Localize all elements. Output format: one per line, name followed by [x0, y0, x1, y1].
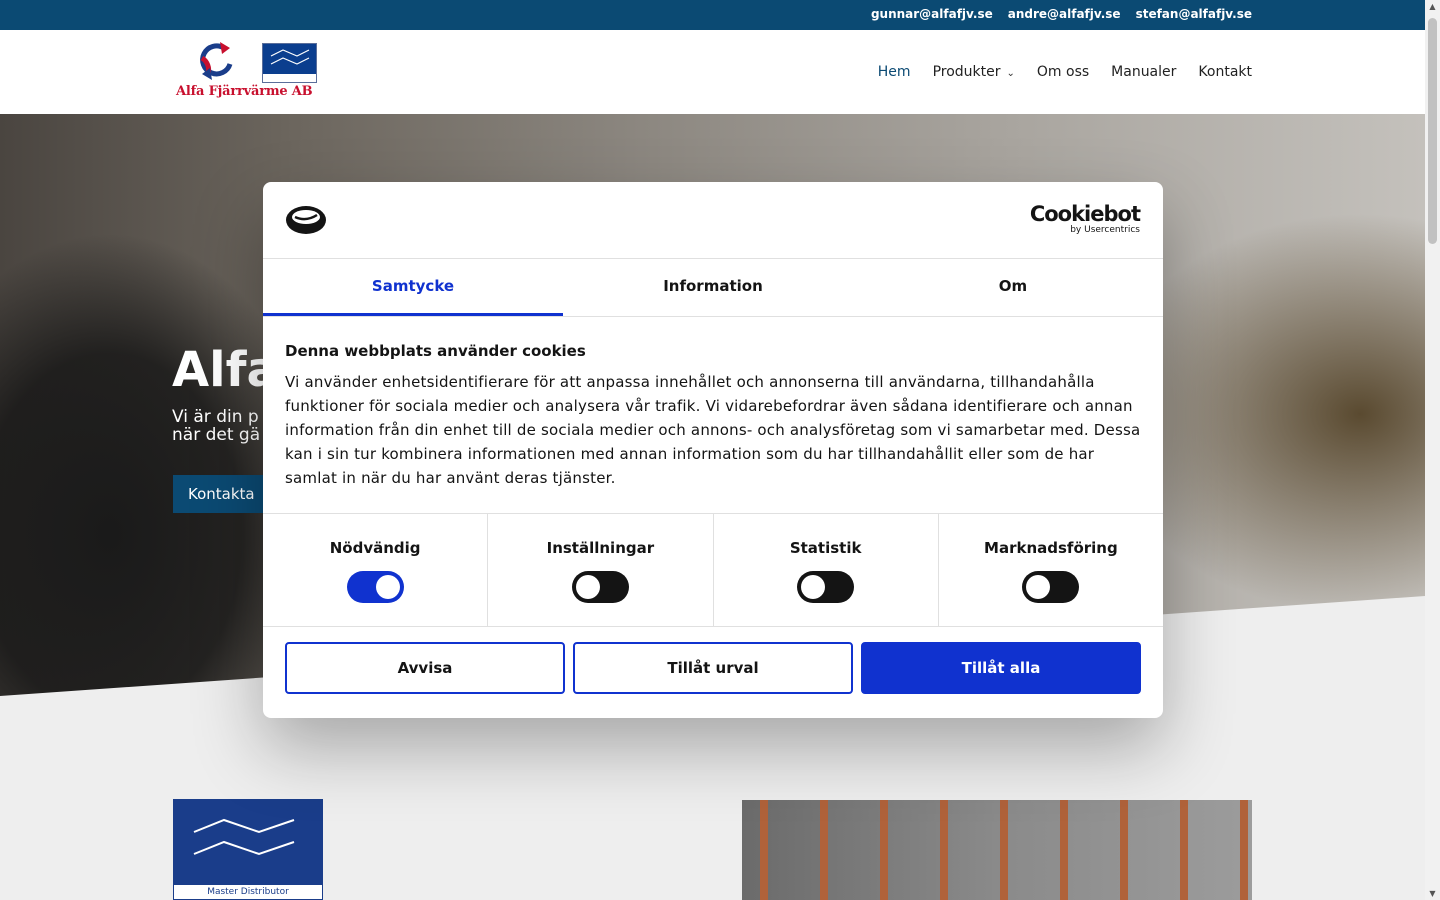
- cookiebot-brand-name: Cookiebot: [1029, 202, 1141, 226]
- preferences-toggle[interactable]: [571, 571, 629, 603]
- category-statistics: Statistik: [714, 514, 939, 626]
- toggle-knob: [1026, 575, 1051, 599]
- toggle-knob: [575, 575, 600, 599]
- cookie-consent-dialog: Cookiebot by Usercentrics Samtycke Infor…: [263, 182, 1163, 718]
- toggle-knob: [375, 575, 400, 599]
- alfa-laval-wordmark-icon: [193, 818, 295, 856]
- category-marketing-label: Marknadsföring: [984, 539, 1118, 557]
- alfa-laval-wordmark-icon: [270, 49, 310, 65]
- email-link-andre[interactable]: andre@alfafjv.se: [1008, 7, 1121, 21]
- allow-selection-button[interactable]: Tillåt urval: [573, 642, 853, 694]
- category-necessary: Nödvändig: [263, 514, 489, 626]
- nav-item-products-label: Produkter: [932, 64, 1001, 80]
- tab-information[interactable]: Information: [563, 259, 863, 316]
- arrows-logo-icon: [200, 42, 233, 80]
- scroll-up-icon[interactable]: ▲: [1428, 2, 1437, 11]
- nav-item-contact[interactable]: Kontakt: [1198, 64, 1252, 80]
- alfa-laval-master-distributor-logo: Master Distributor: [173, 799, 323, 900]
- nav-item-about[interactable]: Om oss: [1037, 64, 1089, 80]
- category-preferences: Inställningar: [488, 514, 714, 626]
- logo-text: Alfa Fjärrvärme AB: [176, 84, 313, 99]
- top-bar: gunnar@alfafjv.se andre@alfafjv.se stefa…: [0, 0, 1425, 30]
- nav-item-home[interactable]: Hem: [878, 64, 911, 80]
- cookiebot-brand[interactable]: Cookiebot by Usercentrics: [1029, 202, 1141, 235]
- category-marketing: Marknadsföring: [939, 514, 1163, 626]
- necessary-toggle[interactable]: [346, 571, 404, 603]
- dialog-header: Cookiebot by Usercentrics: [263, 182, 1163, 259]
- consent-description: Denna webbplats använder cookies Vi anvä…: [263, 317, 1163, 514]
- marketing-toggle[interactable]: [1022, 571, 1080, 603]
- toggle-knob: [801, 575, 826, 599]
- alfa-laval-badge: [262, 43, 317, 83]
- deny-button[interactable]: Avvisa: [285, 642, 565, 694]
- consent-heading: Denna webbplats använder cookies: [285, 342, 586, 360]
- allow-all-button[interactable]: Tillåt alla: [861, 642, 1141, 694]
- contact-emails: gunnar@alfafjv.se andre@alfafjv.se stefa…: [871, 7, 1252, 21]
- category-preferences-label: Inställningar: [546, 539, 655, 557]
- site-header: Alfa Fjärrvärme AB Hem Produkter ⌄ Om oss…: [0, 30, 1425, 114]
- email-link-gunnar[interactable]: gunnar@alfafjv.se: [871, 7, 993, 21]
- copper-pipes-image: [742, 800, 1252, 900]
- cookiebot-logo-icon: [286, 206, 326, 234]
- badge-sub-strip: [263, 74, 316, 82]
- chevron-down-icon: ⌄: [1006, 68, 1015, 79]
- cookiebot-brand-sub: by Usercentrics: [1070, 225, 1140, 235]
- nav-item-products[interactable]: Produkter ⌄: [933, 64, 1015, 80]
- category-necessary-label: Nödvändig: [329, 539, 421, 557]
- master-distributor-label: Master Distributor: [174, 885, 322, 899]
- scrollbar-thumb[interactable]: [1428, 18, 1437, 244]
- cookie-category-toggles: Nödvändig Inställningar Statistik Markna…: [263, 514, 1163, 627]
- contact-cta-button[interactable]: Kontakta: [173, 475, 270, 513]
- page-scrollbar[interactable]: ▲ ▼: [1425, 0, 1440, 900]
- dialog-tabs: Samtycke Information Om: [263, 259, 1163, 317]
- statistics-toggle[interactable]: [797, 571, 855, 603]
- site-logo[interactable]: Alfa Fjärrvärme AB: [176, 42, 318, 102]
- tab-about[interactable]: Om: [863, 259, 1163, 316]
- consent-body: Vi använder enhetsidentifierare för att …: [285, 373, 1141, 487]
- dialog-actions: Avvisa Tillåt urval Tillåt alla: [263, 627, 1163, 694]
- email-link-stefan[interactable]: stefan@alfafjv.se: [1136, 7, 1252, 21]
- main-nav: Hem Produkter ⌄ Om oss Manualer Kontakt: [878, 64, 1252, 80]
- tab-consent[interactable]: Samtycke: [263, 259, 563, 316]
- category-statistics-label: Statistik: [789, 539, 862, 557]
- nav-item-manuals[interactable]: Manualer: [1111, 64, 1176, 80]
- scroll-down-icon[interactable]: ▼: [1428, 889, 1437, 898]
